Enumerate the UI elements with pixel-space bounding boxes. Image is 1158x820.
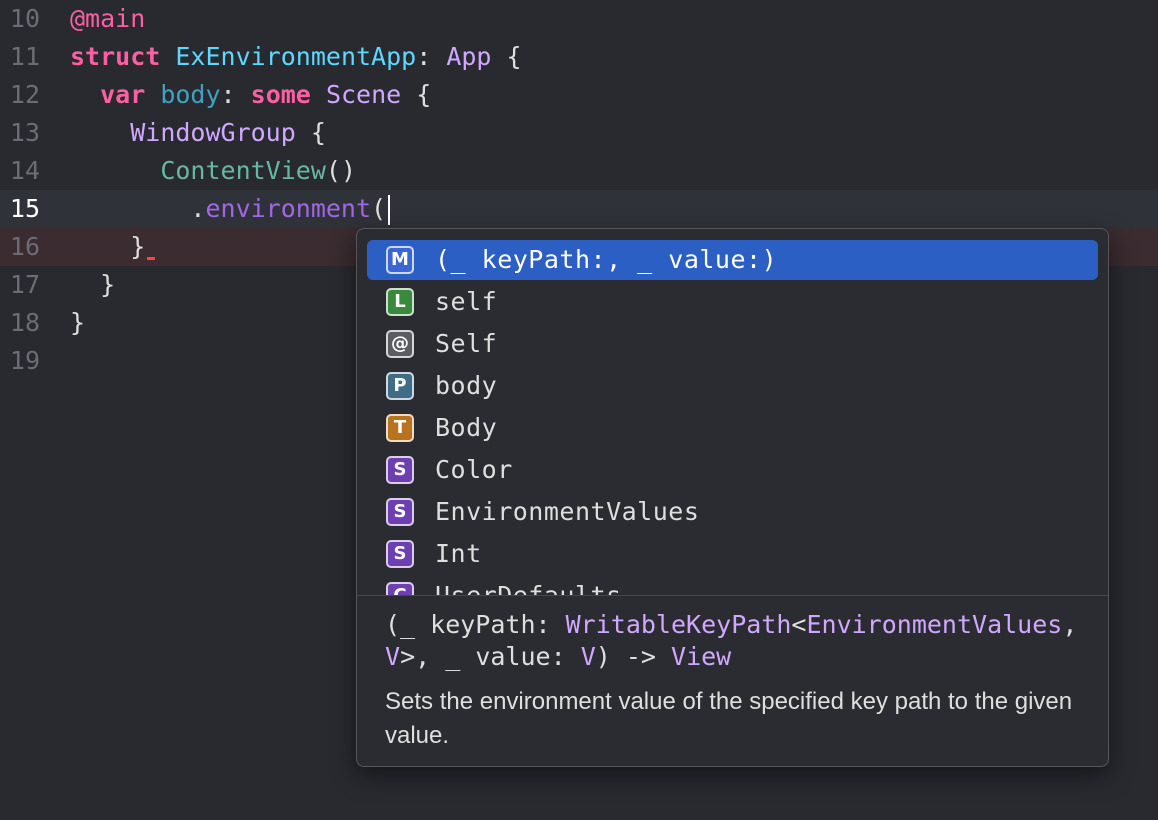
code-token: App	[446, 42, 492, 71]
completion-item-label: Body	[435, 413, 498, 442]
symbol-kind-icon: M	[386, 246, 414, 274]
code-text[interactable]: }	[70, 304, 85, 342]
signature-type: EnvironmentValues	[806, 610, 1063, 639]
completion-item-label: UserDefaults	[435, 576, 622, 595]
signature-punct: <	[791, 610, 807, 639]
completion-item[interactable]: S Int	[367, 534, 1098, 574]
completion-item[interactable]: Lself	[367, 282, 1098, 322]
line-number: 18	[9, 308, 40, 337]
symbol-kind-icon: S	[386, 456, 414, 484]
symbol-kind-icon: S	[386, 498, 414, 526]
completion-item[interactable]: S Color	[367, 450, 1098, 490]
code-token: {	[401, 80, 432, 109]
code-token: var	[100, 80, 146, 109]
code-text[interactable]: @main	[70, 0, 145, 38]
code-token: struct	[70, 42, 161, 71]
code-line[interactable]: 15 .environment(	[0, 190, 1158, 228]
code-text[interactable]: ContentView()	[70, 152, 356, 190]
symbol-kind-icon: @	[386, 330, 414, 358]
completion-item[interactable]: Pbody	[367, 366, 1098, 406]
symbol-kind-icon: S	[386, 540, 414, 568]
completion-description: Sets the environment value of the specif…	[385, 688, 1073, 749]
code-token: environment	[205, 194, 372, 223]
completion-item[interactable]: @ Self	[367, 324, 1098, 364]
code-token: :	[220, 80, 251, 109]
completion-documentation: (_ keyPath: WritableKeyPath<EnvironmentV…	[385, 609, 1085, 753]
line-number: 10	[9, 4, 40, 33]
line-number: 16	[9, 232, 40, 261]
signature-punct: ) ->	[595, 642, 672, 671]
signature-type: V	[580, 642, 596, 671]
text-caret	[388, 195, 391, 225]
code-text[interactable]: struct ExEnvironmentApp: App {	[70, 38, 522, 76]
code-token: ExEnvironmentApp	[175, 42, 417, 71]
completion-item-label: Color	[435, 455, 513, 484]
line-number: 12	[9, 80, 40, 109]
code-token: WindowGroup	[130, 118, 296, 147]
line-number: 19	[9, 346, 40, 375]
completion-item-label: Self	[435, 329, 498, 358]
signature-prefix: (_ keyPath:	[385, 610, 566, 639]
signature-return-type: View	[671, 642, 732, 671]
code-token: Scene	[325, 80, 402, 109]
code-token: ContentView	[160, 156, 326, 185]
code-text[interactable]: }	[70, 266, 115, 304]
completion-divider	[357, 595, 1108, 596]
line-number: 15	[9, 194, 40, 223]
code-line[interactable]: 10 @main	[0, 0, 1158, 38]
code-line[interactable]: 13 WindowGroup {	[0, 114, 1158, 152]
completion-list[interactable]: M (_ keyPath:, _ value:) Lself @ Self Pbody T B…	[357, 229, 1108, 595]
code-token: {	[295, 118, 326, 147]
completion-item-label: body	[435, 371, 498, 400]
code-line[interactable]: 14 ContentView()	[0, 152, 1158, 190]
completion-signature: (_ keyPath: WritableKeyPath<EnvironmentV…	[385, 609, 1085, 673]
symbol-kind-icon: T	[386, 414, 414, 442]
completion-item-label: Int	[435, 539, 482, 568]
completion-item[interactable]: T Body	[367, 408, 1098, 448]
signature-punct: >, _ value:	[400, 642, 581, 671]
error-marker	[145, 228, 160, 266]
signature-type: V	[385, 642, 401, 671]
code-token: {	[491, 42, 522, 71]
code-text[interactable]: var body: some Scene {	[70, 76, 431, 114]
code-editor[interactable]: 10 @main 11 struct ExEnvironmentApp: App {1…	[0, 0, 1158, 820]
signature-type: WritableKeyPath	[565, 610, 792, 639]
completion-item[interactable]: M (_ keyPath:, _ value:)	[367, 240, 1098, 280]
code-token: body	[160, 80, 221, 109]
code-line[interactable]: 12 var body: some Scene {	[0, 76, 1158, 114]
completion-item[interactable]: S EnvironmentValues	[367, 492, 1098, 532]
code-token: .	[70, 194, 206, 223]
code-token: (	[371, 194, 387, 223]
code-token: some	[250, 80, 311, 109]
completion-item[interactable]: C UserDefaults	[367, 576, 1098, 595]
completion-item-label: (_ keyPath:, _ value:)	[435, 245, 778, 274]
line-number: 14	[9, 156, 40, 185]
code-token: ()	[325, 156, 356, 185]
line-number: 17	[9, 270, 40, 299]
line-number: 11	[9, 42, 40, 71]
code-text[interactable]: .environment(	[70, 190, 391, 228]
symbol-kind-icon: C	[386, 582, 414, 595]
symbol-kind-icon: P	[386, 372, 414, 400]
completion-popup[interactable]: M (_ keyPath:, _ value:) Lself @ Self Pbody T B…	[356, 228, 1109, 767]
code-token: :	[416, 42, 447, 71]
completion-item-label: EnvironmentValues	[435, 497, 700, 526]
signature-punct: ,	[1062, 610, 1078, 639]
code-line[interactable]: 11 struct ExEnvironmentApp: App {	[0, 38, 1158, 76]
symbol-kind-icon: L	[386, 288, 414, 316]
code-text[interactable]: }	[70, 228, 160, 266]
code-token: }	[70, 308, 86, 337]
line-number: 13	[9, 118, 40, 147]
code-token: }	[70, 270, 116, 299]
code-text[interactable]: WindowGroup {	[70, 114, 326, 152]
code-token: }	[70, 232, 146, 261]
code-token: @main	[70, 4, 146, 33]
completion-item-label: self	[435, 287, 498, 316]
